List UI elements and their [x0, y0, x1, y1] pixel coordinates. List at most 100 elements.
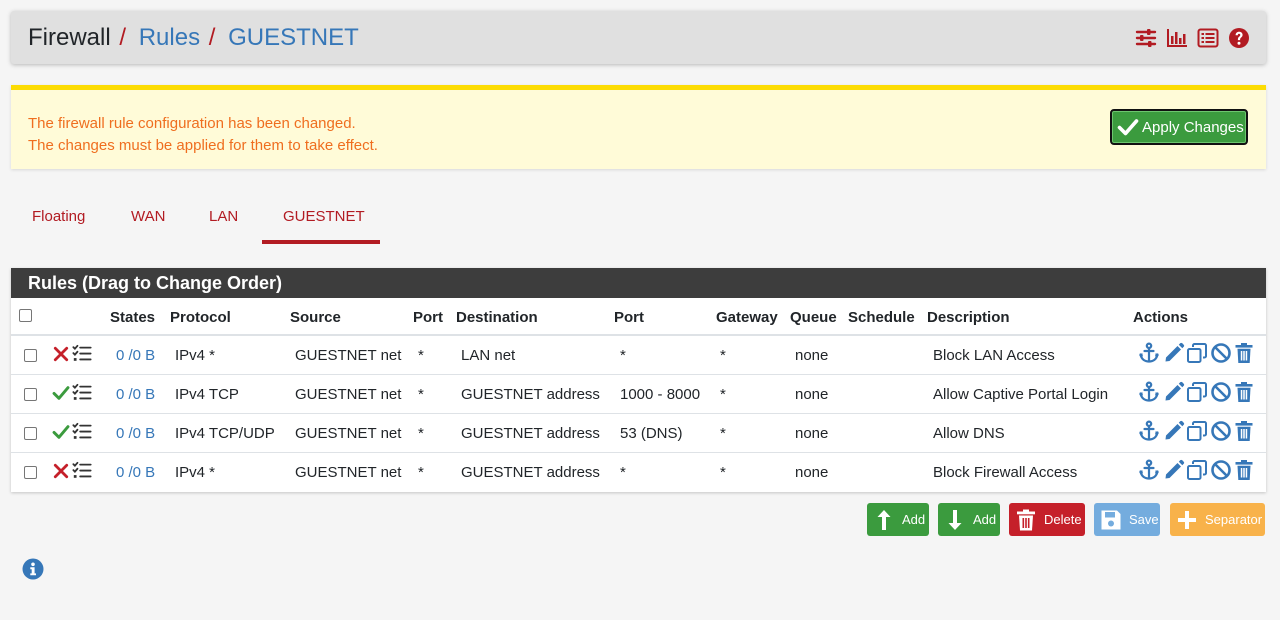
cell-source: GUESTNET net	[295, 425, 402, 442]
select-all-checkbox[interactable]	[19, 309, 32, 322]
row-checkbox[interactable]	[24, 349, 37, 362]
pass-check-icon[interactable]	[52, 384, 70, 402]
disable-ban-icon[interactable]	[1210, 420, 1232, 442]
arrow-up-icon	[877, 509, 891, 530]
copy-icon[interactable]	[1186, 420, 1208, 442]
cell-states[interactable]: 0 /0 B	[116, 425, 155, 442]
breadcrumb-rules[interactable]: Rules	[139, 24, 200, 51]
config-changed-alert: The firewall rule configuration has been…	[11, 85, 1266, 169]
checklist-icon[interactable]	[71, 344, 93, 364]
cell-source-port: *	[418, 464, 424, 481]
edit-pencil-icon[interactable]	[1163, 381, 1185, 403]
checklist-icon[interactable]	[71, 383, 93, 403]
row-checkbox[interactable]	[24, 388, 37, 401]
cell-states[interactable]: 0 /0 B	[116, 464, 155, 481]
tab-lan[interactable]: LAN	[209, 208, 238, 225]
add-top-label: Add	[902, 512, 926, 527]
cell-description: Allow DNS	[933, 425, 1005, 442]
block-x-icon[interactable]	[52, 462, 70, 480]
column-header: Port	[614, 309, 644, 326]
copy-icon[interactable]	[1186, 381, 1208, 403]
cell-states[interactable]: 0 /0 B	[116, 347, 155, 364]
trash-icon[interactable]	[1233, 420, 1255, 442]
rules-table-body: 0 /0 B IPv4 * GUESTNET net * LAN net * * none Bl…	[11, 336, 1266, 492]
breadcrumb-guestnet[interactable]: GUESTNET	[228, 24, 359, 51]
list-icon[interactable]	[1197, 27, 1219, 49]
cell-source: GUESTNET net	[295, 347, 402, 364]
cell-protocol: IPv4 *	[175, 464, 216, 481]
trash-icon[interactable]	[1233, 459, 1255, 481]
checklist-icon[interactable]	[71, 461, 93, 481]
disable-ban-icon[interactable]	[1210, 459, 1232, 481]
table-row[interactable]: 0 /0 B IPv4 TCP GUESTNET net * GUESTNET addr…	[11, 375, 1266, 414]
copy-icon[interactable]	[1186, 459, 1208, 481]
row-checkbox[interactable]	[24, 427, 37, 440]
breadcrumb-separator: /	[119, 24, 127, 51]
delete-button[interactable]: Delete	[1009, 503, 1085, 536]
anchor-icon[interactable]	[1138, 420, 1160, 442]
check-icon	[1117, 119, 1139, 136]
breadcrumb-separator: /	[208, 24, 216, 51]
column-header: Protocol	[170, 309, 231, 326]
alert-message-line2: The changes must be applied for them to …	[28, 137, 378, 154]
cell-protocol: IPv4 TCP	[175, 386, 239, 403]
save-label: Save	[1129, 512, 1159, 527]
info-icon[interactable]	[22, 558, 44, 580]
alert-message-line1: The firewall rule configuration has been…	[28, 115, 356, 132]
page-header: Firewall / Rules / GUESTNET	[11, 11, 1266, 64]
cell-destination-port: *	[620, 347, 626, 364]
help-icon[interactable]	[1228, 27, 1250, 49]
cell-source-port: *	[418, 347, 424, 364]
trash-icon	[1017, 509, 1035, 530]
column-header: Schedule	[848, 309, 915, 326]
apply-changes-button[interactable]: Apply Changes	[1110, 109, 1248, 145]
save-button[interactable]: Save	[1094, 503, 1160, 536]
cell-protocol: IPv4 *	[175, 347, 216, 364]
disable-ban-icon[interactable]	[1210, 381, 1232, 403]
breadcrumb: Firewall / Rules / GUESTNET	[28, 24, 359, 52]
bar-chart-icon[interactable]	[1166, 27, 1188, 49]
table-row[interactable]: 0 /0 B IPv4 TCP/UDP GUESTNET net * GUESTNET …	[11, 414, 1266, 453]
copy-icon[interactable]	[1186, 342, 1208, 364]
table-header: States Protocol Source Port Destination …	[11, 298, 1266, 336]
cell-queue: none	[795, 347, 829, 364]
add-separator-button[interactable]: Separator	[1170, 503, 1265, 536]
column-header: Actions	[1133, 309, 1189, 326]
anchor-icon[interactable]	[1138, 381, 1160, 403]
header-icons	[1135, 27, 1250, 49]
cell-queue: none	[795, 425, 829, 442]
cell-description: Block Firewall Access	[933, 464, 1078, 481]
cell-source-port: *	[418, 425, 424, 442]
pass-check-icon[interactable]	[52, 423, 70, 441]
edit-pencil-icon[interactable]	[1163, 459, 1185, 481]
edit-pencil-icon[interactable]	[1163, 342, 1185, 364]
save-icon	[1101, 510, 1121, 529]
cell-protocol: IPv4 TCP/UDP	[175, 425, 275, 442]
tab-guestnet[interactable]: GUESTNET	[283, 208, 365, 225]
checklist-icon[interactable]	[71, 422, 93, 442]
cell-source: GUESTNET net	[295, 464, 402, 481]
row-checkbox[interactable]	[24, 466, 37, 479]
table-row[interactable]: 0 /0 B IPv4 * GUESTNET net * LAN net * * none Bl…	[11, 336, 1266, 375]
edit-pencil-icon[interactable]	[1163, 420, 1185, 442]
disable-ban-icon[interactable]	[1210, 342, 1232, 364]
anchor-icon[interactable]	[1138, 459, 1160, 481]
column-header: Description	[927, 309, 1010, 326]
sliders-icon[interactable]	[1135, 27, 1157, 49]
table-row[interactable]: 0 /0 B IPv4 * GUESTNET net * GUESTNET addres…	[11, 453, 1266, 492]
apply-changes-label: Apply Changes	[1142, 118, 1244, 136]
add-rule-bottom-button[interactable]: Add	[938, 503, 1000, 536]
cell-destination-port: 1000 - 8000	[620, 386, 701, 403]
cell-destination: LAN net	[461, 347, 516, 364]
trash-icon[interactable]	[1233, 342, 1255, 364]
cell-states[interactable]: 0 /0 B	[116, 386, 155, 403]
anchor-icon[interactable]	[1138, 342, 1160, 364]
cell-destination-port: *	[620, 464, 626, 481]
cell-destination: GUESTNET address	[461, 386, 600, 403]
tab-wan[interactable]: WAN	[131, 208, 165, 225]
trash-icon[interactable]	[1233, 381, 1255, 403]
cell-gateway: *	[720, 464, 726, 481]
tab-floating[interactable]: Floating	[32, 208, 85, 225]
block-x-icon[interactable]	[52, 345, 70, 363]
add-rule-top-button[interactable]: Add	[867, 503, 929, 536]
